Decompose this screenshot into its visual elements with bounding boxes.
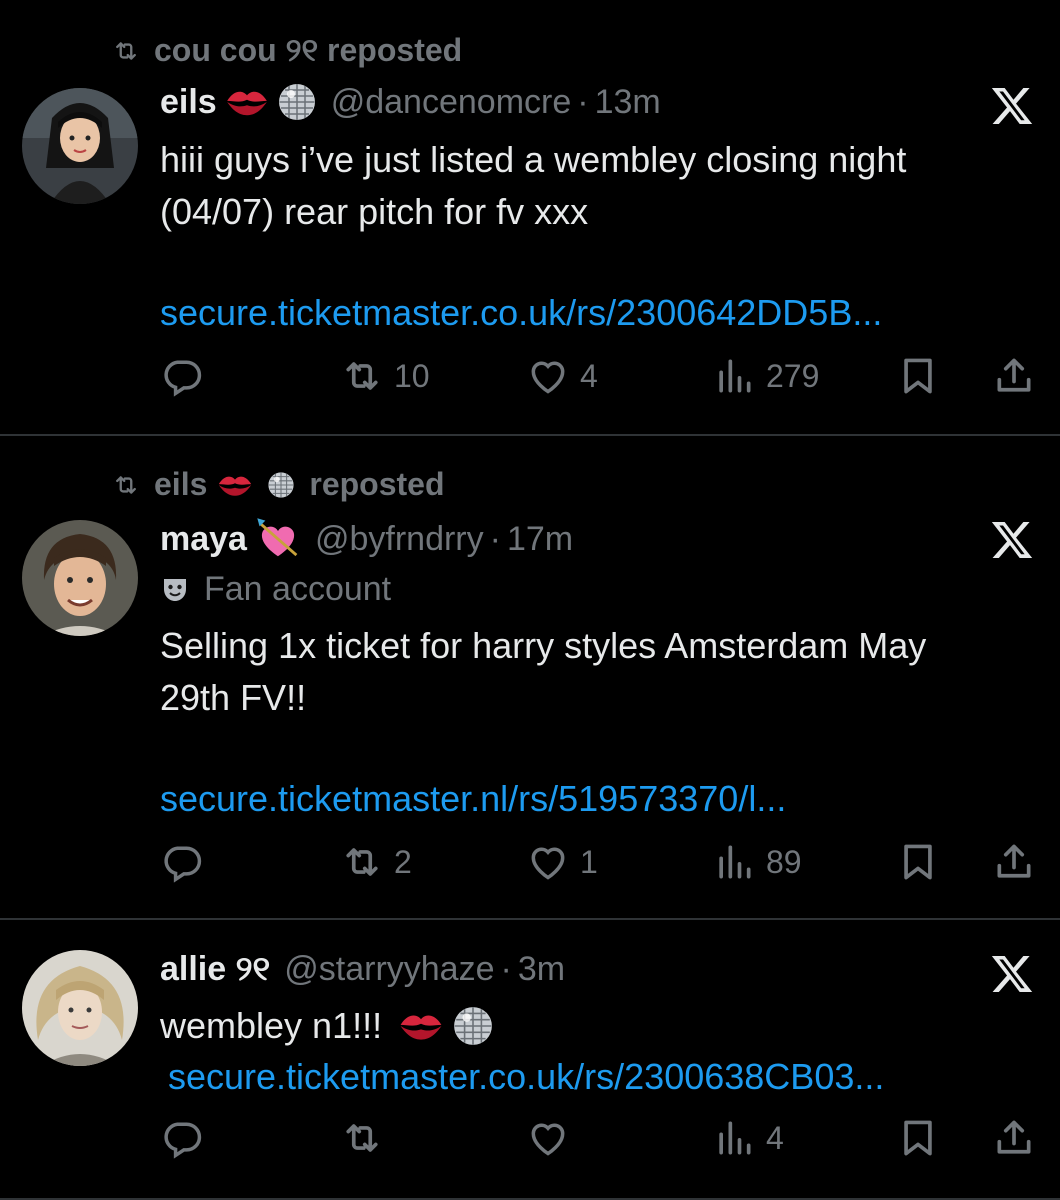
- badge-text: Fan account: [204, 570, 392, 608]
- views-button[interactable]: 279: [712, 354, 819, 398]
- avatar[interactable]: [22, 520, 138, 636]
- retweet-count: 10: [394, 357, 430, 394]
- close-x-icon[interactable]: [990, 518, 1034, 562]
- tweet-text: hiii guys i’ve just listed a wembley clo…: [160, 139, 907, 232]
- views-button[interactable]: 4: [712, 1116, 784, 1160]
- retweet-icon: [340, 1116, 384, 1160]
- bookmark-button[interactable]: [896, 1116, 940, 1160]
- avatar[interactable]: [22, 950, 138, 1066]
- share-icon: [992, 1116, 1036, 1160]
- views-icon: [712, 1116, 756, 1160]
- views-count: 89: [766, 843, 802, 880]
- tweet-header: maya @byfrndrry · 17m: [160, 516, 573, 562]
- like-button[interactable]: [526, 1116, 580, 1160]
- kiss-emoji-icon: [217, 471, 253, 499]
- bookmark-icon: [896, 354, 940, 398]
- tweet-text: wembley n1!!!: [160, 1005, 383, 1046]
- handle[interactable]: @starryyhaze: [284, 950, 494, 989]
- heart-arrow-emoji-icon: [255, 516, 301, 562]
- reply-icon: [160, 1116, 204, 1160]
- like-button[interactable]: 4: [526, 354, 598, 398]
- views-icon: [712, 354, 756, 398]
- kiss-emoji-icon: [398, 1009, 444, 1043]
- handle[interactable]: @byfrndrry: [315, 520, 484, 559]
- reply-button[interactable]: [160, 354, 204, 398]
- separator-dot: ·: [489, 519, 501, 558]
- retweet-count: 2: [394, 843, 412, 880]
- tweet-2[interactable]: eils reposted maya @byfrndrry · 17m Fan …: [0, 436, 1060, 920]
- bookmark-button[interactable]: [896, 354, 940, 398]
- repost-context[interactable]: eils reposted: [108, 466, 445, 503]
- like-icon: [526, 354, 570, 398]
- tweet-1[interactable]: cou cou ୨୧ reposted eils @dancenomcre · …: [0, 0, 1060, 436]
- tweet-link[interactable]: secure.ticketmaster.co.uk/rs/2300642DD5B…: [160, 292, 882, 334]
- repost-icon: [108, 471, 144, 499]
- retweet-button[interactable]: [340, 1116, 394, 1160]
- close-x-icon[interactable]: [990, 84, 1034, 128]
- tweet-link[interactable]: secure.ticketmaster.nl/rs/519573370/l...: [160, 778, 786, 820]
- share-button[interactable]: [992, 840, 1036, 884]
- separator-dot: ·: [577, 82, 589, 121]
- reply-icon: [160, 354, 204, 398]
- disco-ball-emoji-icon: [263, 471, 299, 499]
- views-button[interactable]: 89: [712, 840, 802, 884]
- reply-icon: [160, 840, 204, 884]
- share-icon: [992, 354, 1036, 398]
- share-icon: [992, 840, 1036, 884]
- like-icon: [526, 1116, 570, 1160]
- tweet-3[interactable]: allie ୨୧ @starryyhaze · 3m wembley n1!!!…: [0, 920, 1060, 1200]
- bookmark-icon: [896, 840, 940, 884]
- retweet-icon: [340, 354, 384, 398]
- disco-ball-emoji-icon: [452, 1005, 494, 1047]
- repost-label: cou cou ୨୧ reposted: [154, 32, 463, 68]
- timestamp[interactable]: 13m: [595, 83, 661, 122]
- display-name[interactable]: maya: [160, 520, 247, 559]
- timestamp[interactable]: 3m: [518, 950, 565, 989]
- repost-name: eils: [154, 466, 208, 502]
- views-count: 279: [766, 357, 820, 394]
- like-icon: [526, 840, 570, 884]
- disco-ball-emoji-icon: [277, 82, 317, 122]
- reply-button[interactable]: [160, 840, 204, 884]
- retweet-icon: [340, 840, 384, 884]
- tweet-text: Selling 1x ticket for harry styles Amste…: [160, 625, 927, 718]
- retweet-button[interactable]: 10: [340, 354, 430, 398]
- bookmark-button[interactable]: [896, 840, 940, 884]
- views-count: 4: [766, 1119, 784, 1156]
- theater-mask-icon: [160, 575, 190, 605]
- tweet-header: eils @dancenomcre · 13m: [160, 82, 661, 122]
- share-button[interactable]: [992, 354, 1036, 398]
- timestamp[interactable]: 17m: [507, 520, 573, 559]
- display-name[interactable]: allie ୨୧: [160, 950, 270, 989]
- handle[interactable]: @dancenomcre: [331, 83, 572, 122]
- views-icon: [712, 840, 756, 884]
- share-button[interactable]: [992, 1116, 1036, 1160]
- tweet-link[interactable]: secure.ticketmaster.co.uk/rs/2300638CB03…: [168, 1056, 884, 1098]
- close-x-icon[interactable]: [990, 952, 1034, 996]
- repost-context[interactable]: cou cou ୨୧ reposted: [108, 32, 462, 70]
- fan-account-label: Fan account: [160, 570, 391, 609]
- like-count: 4: [580, 357, 598, 394]
- avatar[interactable]: [22, 88, 138, 204]
- action-bar: 10 4 279: [0, 354, 1060, 404]
- kiss-emoji-icon: [225, 85, 269, 119]
- separator-dot: ·: [500, 950, 512, 988]
- retweet-button[interactable]: 2: [340, 840, 412, 884]
- repost-suffix: reposted: [309, 466, 445, 502]
- tweet-header: allie ୨୧ @starryyhaze · 3m: [160, 950, 565, 989]
- like-button[interactable]: 1: [526, 840, 598, 884]
- reply-button[interactable]: [160, 1116, 204, 1160]
- action-bar: 4: [0, 1116, 1060, 1166]
- bookmark-icon: [896, 1116, 940, 1160]
- action-bar: 2 1 89: [0, 840, 1060, 890]
- tweet-text-row: wembley n1!!!: [160, 1000, 1020, 1052]
- like-count: 1: [580, 843, 598, 880]
- repost-icon: [108, 37, 144, 65]
- display-name[interactable]: eils: [160, 83, 217, 122]
